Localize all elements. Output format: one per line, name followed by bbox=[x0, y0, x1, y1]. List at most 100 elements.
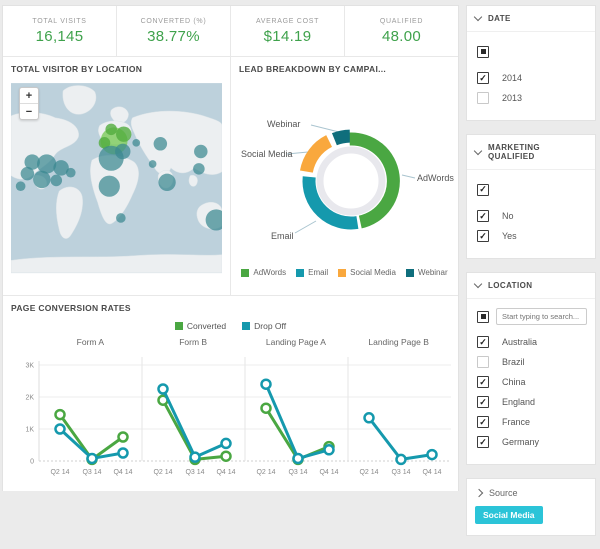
legend-item-email: Email bbox=[296, 268, 328, 277]
filter-option-2013[interactable]: 2013 bbox=[475, 88, 587, 108]
world-map-svg bbox=[11, 79, 222, 277]
option-label: Germany bbox=[502, 437, 539, 447]
dashboard-main: TOTAL VISITS 16,145 CONVERTED (%) 38.77%… bbox=[2, 5, 459, 491]
option-label: Australia bbox=[502, 337, 537, 347]
svg-text:Q2 14: Q2 14 bbox=[256, 469, 275, 476]
marketing-qualified-title: MARKETING QUALIFIED bbox=[488, 143, 587, 161]
donut-callout-webinar: Webinar bbox=[267, 119, 300, 129]
marketing-qualified-body: No Yes bbox=[467, 170, 595, 258]
world-map[interactable]: + − bbox=[11, 79, 222, 277]
conversion-legend: Converted Drop Off bbox=[11, 321, 450, 331]
legend-swatch-webinar bbox=[406, 269, 414, 277]
legend-item-social-media: Social Media bbox=[338, 268, 396, 277]
kpi-value: $14.19 bbox=[264, 28, 312, 45]
checkbox-england[interactable] bbox=[477, 396, 489, 408]
kpi-average-cost: AVERAGE COST $14.19 bbox=[231, 6, 345, 56]
donut-legend: AdWords Email Social Media Webinar bbox=[239, 268, 450, 277]
kpi-qualified: QUALIFIED 48.00 bbox=[345, 6, 458, 56]
svg-text:Q4 14: Q4 14 bbox=[422, 469, 441, 476]
svg-text:Q2 14: Q2 14 bbox=[153, 469, 172, 476]
kpi-total-visits: TOTAL VISITS 16,145 bbox=[3, 6, 117, 56]
legend-label: Email bbox=[308, 268, 328, 277]
legend-item-adwords: AdWords bbox=[241, 268, 286, 277]
chart-panel-titles: Form A Form B Landing Page A Landing Pag… bbox=[39, 337, 450, 347]
map-zoom-out-button[interactable]: − bbox=[20, 104, 38, 119]
svg-text:Q2 14: Q2 14 bbox=[359, 469, 378, 476]
location-search-input[interactable] bbox=[496, 308, 587, 325]
filter-option-france[interactable]: France bbox=[475, 412, 587, 432]
source-tag-social-media[interactable]: Social Media bbox=[475, 506, 543, 524]
panel-title-landing-page-a: Landing Page A bbox=[245, 337, 348, 347]
kpi-row: TOTAL VISITS 16,145 CONVERTED (%) 38.77%… bbox=[3, 6, 458, 57]
map-zoom-in-button[interactable]: + bbox=[20, 88, 38, 104]
middle-row: TOTAL VISITOR BY LOCATION bbox=[3, 57, 458, 296]
date-filter-header[interactable]: DATE bbox=[467, 6, 595, 32]
donut-chart[interactable]: Webinar Social Media AdWords Email AdWor… bbox=[239, 79, 450, 277]
conversion-panel-title: PAGE CONVERSION RATES bbox=[11, 303, 450, 313]
filter-option-england[interactable]: England bbox=[475, 392, 587, 412]
date-select-all-checkbox[interactable] bbox=[477, 46, 489, 58]
location-filter-body: Australia Brazil China England France Ge… bbox=[467, 299, 595, 464]
legend-label: Social Media bbox=[350, 268, 396, 277]
location-filter-header[interactable]: LOCATION bbox=[467, 273, 595, 299]
chevron-down-icon bbox=[474, 13, 482, 21]
svg-text:Q4 14: Q4 14 bbox=[319, 469, 338, 476]
panel-title-form-a: Form A bbox=[39, 337, 142, 347]
option-label: England bbox=[502, 397, 535, 407]
checkbox-2014[interactable] bbox=[477, 72, 489, 84]
option-label: 2013 bbox=[502, 93, 522, 103]
panel-title-landing-page-b: Landing Page B bbox=[347, 337, 450, 347]
option-label: No bbox=[502, 211, 514, 221]
svg-text:2K: 2K bbox=[25, 395, 34, 402]
conversion-line-charts[interactable]: 0 1K 2K 3K Q2 14 Q3 14 Q4 14 Q2 14 Q3 14 Q4 14 Q2 … bbox=[11, 349, 451, 479]
svg-text:Q3 14: Q3 14 bbox=[391, 469, 410, 476]
location-select-all-checkbox[interactable] bbox=[477, 311, 489, 323]
option-label: Yes bbox=[502, 231, 517, 241]
legend-item-converted: Converted bbox=[175, 321, 226, 331]
filter-option-2014[interactable]: 2014 bbox=[475, 68, 587, 88]
filter-option-germany[interactable]: Germany bbox=[475, 432, 587, 452]
checkbox-china[interactable] bbox=[477, 376, 489, 388]
chevron-right-icon bbox=[475, 489, 483, 497]
checkbox-france[interactable] bbox=[477, 416, 489, 428]
kpi-value: 48.00 bbox=[382, 28, 421, 45]
svg-text:3K: 3K bbox=[25, 363, 34, 370]
visitor-map-panel: TOTAL VISITOR BY LOCATION bbox=[3, 57, 231, 295]
legend-label: Drop Off bbox=[254, 321, 286, 331]
legend-swatch-adwords bbox=[241, 269, 249, 277]
filter-option-no[interactable]: No bbox=[475, 206, 587, 226]
mq-select-all-checkbox[interactable] bbox=[477, 184, 489, 196]
filter-option-brazil[interactable]: Brazil bbox=[475, 352, 587, 372]
page-conversion-section: PAGE CONVERSION RATES Converted Drop Off… bbox=[3, 296, 458, 484]
checkbox-yes[interactable] bbox=[477, 230, 489, 242]
svg-text:Q2 14: Q2 14 bbox=[50, 469, 69, 476]
map-panel-title: TOTAL VISITOR BY LOCATION bbox=[11, 64, 222, 74]
checkbox-germany[interactable] bbox=[477, 436, 489, 448]
kpi-label: CONVERTED (%) bbox=[141, 18, 207, 25]
legend-label: AdWords bbox=[253, 268, 286, 277]
date-filter-card: DATE 2014 2013 bbox=[466, 5, 596, 121]
option-label: France bbox=[502, 417, 530, 427]
filter-option-china[interactable]: China bbox=[475, 372, 587, 392]
svg-text:0: 0 bbox=[30, 459, 34, 466]
kpi-label: TOTAL VISITS bbox=[32, 18, 86, 25]
legend-swatch-email bbox=[296, 269, 304, 277]
lead-breakdown-panel: LEAD BREAKDOWN BY CAMPAI... Webinar Soci… bbox=[231, 57, 458, 295]
source-header[interactable]: Source bbox=[467, 479, 595, 505]
svg-text:Q4 14: Q4 14 bbox=[216, 469, 235, 476]
legend-label: Webinar bbox=[418, 268, 448, 277]
donut-callout-email: Email bbox=[271, 231, 294, 241]
map-zoom-control: + − bbox=[19, 87, 39, 120]
checkbox-australia[interactable] bbox=[477, 336, 489, 348]
svg-text:1K: 1K bbox=[25, 427, 34, 434]
checkbox-no[interactable] bbox=[477, 210, 489, 222]
checkbox-brazil[interactable] bbox=[477, 356, 489, 368]
filter-option-yes[interactable]: Yes bbox=[475, 226, 587, 246]
checkbox-2013[interactable] bbox=[477, 92, 489, 104]
legend-swatch-converted bbox=[175, 322, 183, 330]
donut-panel-title: LEAD BREAKDOWN BY CAMPAI... bbox=[239, 64, 450, 74]
legend-item-webinar: Webinar bbox=[406, 268, 448, 277]
marketing-qualified-header[interactable]: MARKETING QUALIFIED bbox=[467, 135, 595, 170]
filter-option-australia[interactable]: Australia bbox=[475, 332, 587, 352]
svg-text:Q3 14: Q3 14 bbox=[185, 469, 204, 476]
